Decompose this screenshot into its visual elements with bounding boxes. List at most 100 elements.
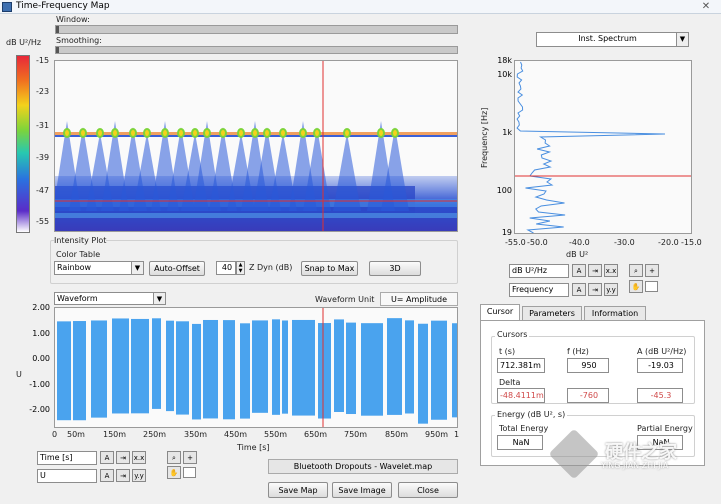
spectrum-y-tick: 18k [497,56,512,65]
waveform-unit-label: Waveform Unit [315,295,375,304]
close-window-button[interactable]: ✕ [695,1,717,13]
zdyn-label: Z Dyn (dB) [249,263,293,272]
colorbar[interactable] [16,55,30,233]
x-scale-format-icon[interactable]: A [572,264,586,277]
dt-value[interactable]: -48.4111m [497,388,545,403]
spectrum-y-tick: 1k [502,128,512,137]
x-autoscale-icon[interactable]: ⇥ [116,451,130,464]
waveform-unit-value[interactable]: U= Amplitude [380,292,458,306]
spectrum-x-ticks: -55.0 -50.0 -40.0 -30.0 -20.0 -15.0 [505,238,705,250]
plot-color-swatch[interactable] [183,467,196,478]
waveform-y-scale-name[interactable]: U [37,469,97,483]
spectrogram-peak-core [253,130,257,136]
spectrogram-peak-core [221,130,225,136]
zoom-icon[interactable]: ⌕ [167,451,181,464]
waveform-burst [431,320,447,420]
color-table-select[interactable]: Rainbow ▼ [54,261,144,275]
tab-information[interactable]: Information [584,306,646,320]
waveform-burst [240,323,250,419]
x-scale-format-icon[interactable]: A [100,451,114,464]
y-scale-lock-icon[interactable]: y.y [604,283,618,296]
partial-energy-label: Partial Energy [637,424,693,433]
waveform-y-axis-label: U [16,370,22,379]
zoom-icon[interactable]: ⌕ [629,264,643,277]
waveform-x-tick: 50m [67,430,85,439]
chevron-down-icon[interactable]: ▼ [131,262,143,274]
df-value[interactable]: -760 [567,388,609,403]
spectrum-y-tick: 10k [497,70,512,79]
chevron-down-icon[interactable]: ▼ [153,293,165,304]
3d-button[interactable]: 3D [369,261,421,276]
zdyn-stepper[interactable]: ▲ ▼ [236,261,245,275]
tab-cursor[interactable]: Cursor [480,304,520,320]
zdyn-input[interactable]: 40 [216,261,236,275]
close-button[interactable]: Close [398,482,458,498]
spectrogram-peak-core [239,130,243,136]
x-autoscale-icon[interactable]: ⇥ [588,264,602,277]
save-map-button[interactable]: Save Map [268,482,328,498]
spectrogram-peak-core [163,130,167,136]
spectrum-select-value: Inst. Spectrum [578,34,637,43]
cursor-move-icon[interactable]: + [183,451,197,464]
auto-offset-button[interactable]: Auto-Offset [149,261,205,276]
watermark-subtext: YING JIAN ZHI JIA [601,461,669,470]
smoothing-slider[interactable] [55,46,458,54]
waveform-y-tick: -1.00 [29,380,50,389]
waveform-select[interactable]: Waveform ▼ [54,292,166,305]
tab-parameters[interactable]: Parameters [522,306,582,320]
spectrogram-peak-core [379,130,383,136]
chevron-down-icon[interactable]: ▼ [676,33,688,46]
waveform-burst [346,322,356,415]
colorbar-tick: -39 [36,153,50,162]
waveform-x-tick: 450m [224,430,248,439]
y-autoscale-icon[interactable]: ⇥ [116,469,130,482]
waveform-x-tick: 350m [184,430,208,439]
waveform-burst [176,321,189,415]
energy-group-label: Energy (dB U², s) [495,410,568,419]
spectrogram-peak-core [393,130,397,136]
app-icon [2,2,12,12]
waveform-x-tick: 250m [143,430,167,439]
f-value[interactable]: 950 [567,358,609,373]
y-scale-format-icon[interactable]: A [572,283,586,296]
cursor-move-icon[interactable]: + [645,264,659,277]
waveform-x-tick: 650m [304,430,328,439]
spectrum-plot[interactable] [514,60,692,234]
total-energy-value[interactable]: NaN [497,435,543,450]
window-slider[interactable] [55,25,458,34]
x-scale-lock-icon[interactable]: x.x [132,451,146,464]
y-scale-lock-icon[interactable]: y.y [132,469,146,482]
spectrogram-peak-core [98,130,102,136]
f-label: f (Hz) [567,347,589,356]
spectrogram-peak-core [301,130,305,136]
pan-hand-icon[interactable]: ✋ [167,466,181,479]
waveform-x-ticks: 0 50m 150m 250m 350m 450m 550m 650m 750m… [52,430,466,442]
waveform-plot[interactable] [54,307,458,428]
window-slider-knob[interactable] [56,26,59,33]
waveform-x-scale-name[interactable]: Time [s] [37,451,97,465]
x-scale-lock-icon[interactable]: x.x [604,264,618,277]
da-value[interactable]: -45.3 [637,388,683,403]
spectrum-select[interactable]: Inst. Spectrum ▼ [536,32,689,47]
snap-to-max-button[interactable]: Snap to Max [301,261,358,276]
a-value[interactable]: -19.03 [637,358,683,373]
delta-label: Delta [499,378,521,387]
colorbar-tick: -23 [36,87,50,96]
pan-hand-icon[interactable]: ✋ [629,280,643,293]
waveform-y-tick: -2.00 [29,405,50,414]
t-value[interactable]: 712.381m [497,358,545,373]
spectrogram-plot[interactable] [54,60,458,232]
waveform-x-tick: 950m [425,430,449,439]
y-autoscale-icon[interactable]: ⇥ [588,283,602,296]
spectrum-y-axis-label: Frequency [Hz] [480,107,489,168]
waveform-x-axis-label: Time [s] [237,443,270,452]
y-scale-format-icon[interactable]: A [100,469,114,482]
waveform-burst [223,320,235,420]
spectrum-y-scale-name[interactable]: Frequency [509,283,569,297]
save-image-button[interactable]: Save Image [332,482,392,498]
spectrogram-peak-core [113,130,117,136]
smoothing-slider-knob[interactable] [56,47,59,53]
plot-color-swatch[interactable] [645,281,658,292]
spectrum-x-scale-name[interactable]: dB U²/Hz [509,264,569,278]
spectrogram-peak-core [145,130,149,136]
